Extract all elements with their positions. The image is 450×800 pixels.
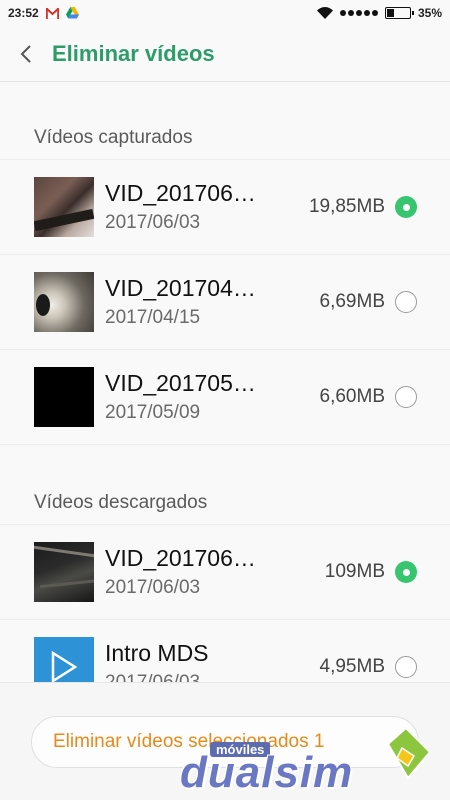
back-button[interactable] — [0, 26, 52, 82]
select-radio[interactable] — [395, 386, 417, 408]
list-item[interactable]: VID_201705… 2017/05/09 6,60MB — [0, 350, 450, 445]
watermark-logo: móviles dualsim — [176, 722, 442, 800]
video-list[interactable]: Vídeos capturados VID_201706… 2017/06/03… — [0, 82, 450, 682]
video-thumbnail — [34, 637, 94, 682]
select-radio[interactable] — [395, 656, 417, 678]
video-name: VID_201704… — [105, 274, 256, 301]
list-item[interactable]: Intro MDS 2017/06/03 4,95MB — [0, 620, 450, 682]
select-radio[interactable] — [395, 196, 417, 218]
video-size: 6,69MB — [319, 291, 385, 312]
play-icon — [51, 651, 78, 682]
video-date: 2017/05/09 — [105, 401, 201, 423]
status-bar: 23:52 35% — [0, 0, 450, 26]
status-time: 23:52 — [8, 6, 39, 20]
video-date: 2017/06/03 — [105, 671, 201, 683]
battery-icon — [384, 7, 414, 19]
video-size: 4,95MB — [319, 656, 385, 677]
video-name: VID_201706… — [105, 179, 256, 206]
watermark-brand-text: dualsim — [180, 748, 354, 797]
chevron-left-icon — [20, 44, 31, 63]
video-size: 109MB — [324, 561, 385, 582]
list-item[interactable]: VID_201706… 2017/06/03 19,85MB — [0, 160, 450, 255]
battery-percent: 35% — [417, 6, 442, 20]
select-radio[interactable] — [395, 561, 417, 583]
list-item[interactable]: VID_201706… 2017/06/03 109MB — [0, 525, 450, 620]
video-date: 2017/04/15 — [105, 306, 201, 328]
section-title-captured: Vídeos capturados — [0, 82, 450, 160]
video-thumbnail — [34, 177, 94, 237]
app-header: Eliminar vídeos — [0, 26, 450, 82]
drive-icon — [65, 7, 79, 19]
section-title-downloaded: Vídeos descargados — [0, 445, 450, 525]
page-title: Eliminar vídeos — [52, 40, 215, 66]
video-size: 6,60MB — [319, 386, 385, 407]
video-name: VID_201705… — [105, 369, 256, 396]
video-name: VID_201706… — [105, 544, 256, 571]
list-item[interactable]: VID_201704… 2017/04/15 6,69MB — [0, 255, 450, 350]
sim-card-icon — [386, 726, 432, 780]
wifi-icon — [316, 7, 333, 19]
video-date: 2017/06/03 — [105, 576, 201, 598]
video-thumbnail — [34, 542, 94, 602]
video-thumbnail — [34, 272, 94, 332]
gmail-icon — [45, 7, 59, 19]
select-radio[interactable] — [395, 291, 417, 313]
video-thumbnail — [34, 367, 94, 427]
video-size: 19,85MB — [308, 196, 385, 217]
video-date: 2017/06/03 — [105, 211, 201, 233]
signal-icon — [339, 10, 378, 16]
video-name: Intro MDS — [105, 639, 209, 666]
